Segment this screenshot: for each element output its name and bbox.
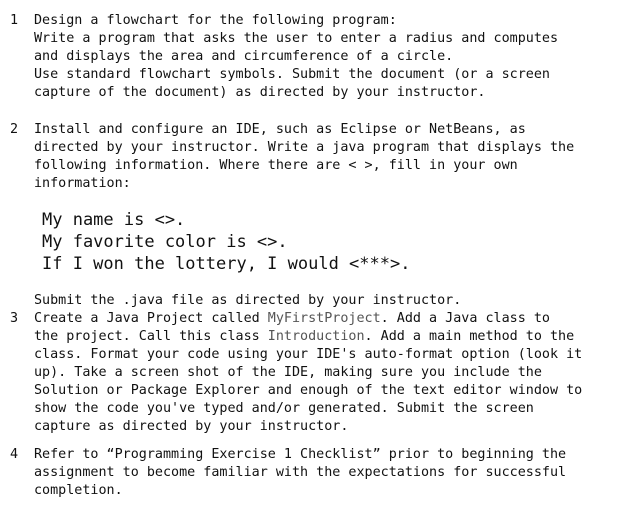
- project-name: MyFirstProject: [267, 311, 381, 326]
- item-text-line: show the code you've typed and/or genera…: [34, 401, 534, 416]
- item-text-line: Design a flowchart for the following pro…: [34, 13, 397, 28]
- item-text-line: Create a Java Project called MyFirstProj…: [34, 310, 550, 328]
- item-text-line: completion.: [34, 483, 123, 498]
- item-text-line: and displays the area and circumference …: [34, 49, 454, 64]
- item-number: 3: [10, 311, 19, 326]
- item-text-line: the project. Call this class Introductio…: [34, 328, 574, 346]
- item-text-line: capture of the document) as directed by …: [34, 85, 486, 100]
- item-text-line: Write a program that asks the user to en…: [34, 31, 559, 46]
- item-number: 2: [10, 122, 19, 137]
- item-text-line: assignment to become familiar with the e…: [34, 465, 567, 480]
- item-text-line: Refer to “Programming Exercise 1 Checkli…: [34, 447, 567, 462]
- item-text-line: Submit the .java file as directed by you…: [34, 293, 462, 308]
- text-segment: Create a Java Project called: [34, 311, 268, 326]
- item-text-line: information:: [34, 176, 131, 191]
- class-name: Introduction: [267, 329, 365, 344]
- item-text-line: Solution or Package Explorer and enough …: [34, 383, 583, 398]
- list-item-2: 2 Install and configure an IDE, such as …: [0, 121, 620, 311]
- item-text-line: directed by your instructor. Write a jav…: [34, 140, 575, 155]
- assignment-document: 1 Design a flowchart for the following p…: [0, 0, 624, 506]
- list-item-1: 1 Design a flowchart for the following p…: [0, 12, 620, 104]
- text-segment: . Add a Java class to: [380, 311, 550, 326]
- list-item-3: 3 Create a Java Project called MyFirstPr…: [0, 310, 620, 438]
- example-line: My favorite color is <>.: [42, 232, 288, 252]
- item-text-line: up). Take a screen shot of the IDE, maki…: [34, 365, 542, 380]
- item-text-line: following information. Where there are <…: [34, 158, 518, 173]
- item-number: 1: [10, 13, 19, 28]
- text-segment: . Add a main method to the: [364, 329, 575, 344]
- list-item-4: 4 Refer to “Programming Exercise 1 Check…: [0, 446, 620, 502]
- example-line: If I won the lottery, I would <***>.: [42, 254, 411, 274]
- item-text-line: capture as directed by your instructor.: [34, 419, 349, 434]
- item-number: 4: [10, 447, 19, 462]
- item-text-line: Use standard flowchart symbols. Submit t…: [34, 67, 550, 82]
- item-text-line: class. Format your code using your IDE's…: [34, 347, 583, 362]
- item-text-line: Install and configure an IDE, such as Ec…: [34, 122, 526, 137]
- example-line: My name is <>.: [42, 210, 186, 230]
- text-segment: the project. Call this class: [34, 329, 268, 344]
